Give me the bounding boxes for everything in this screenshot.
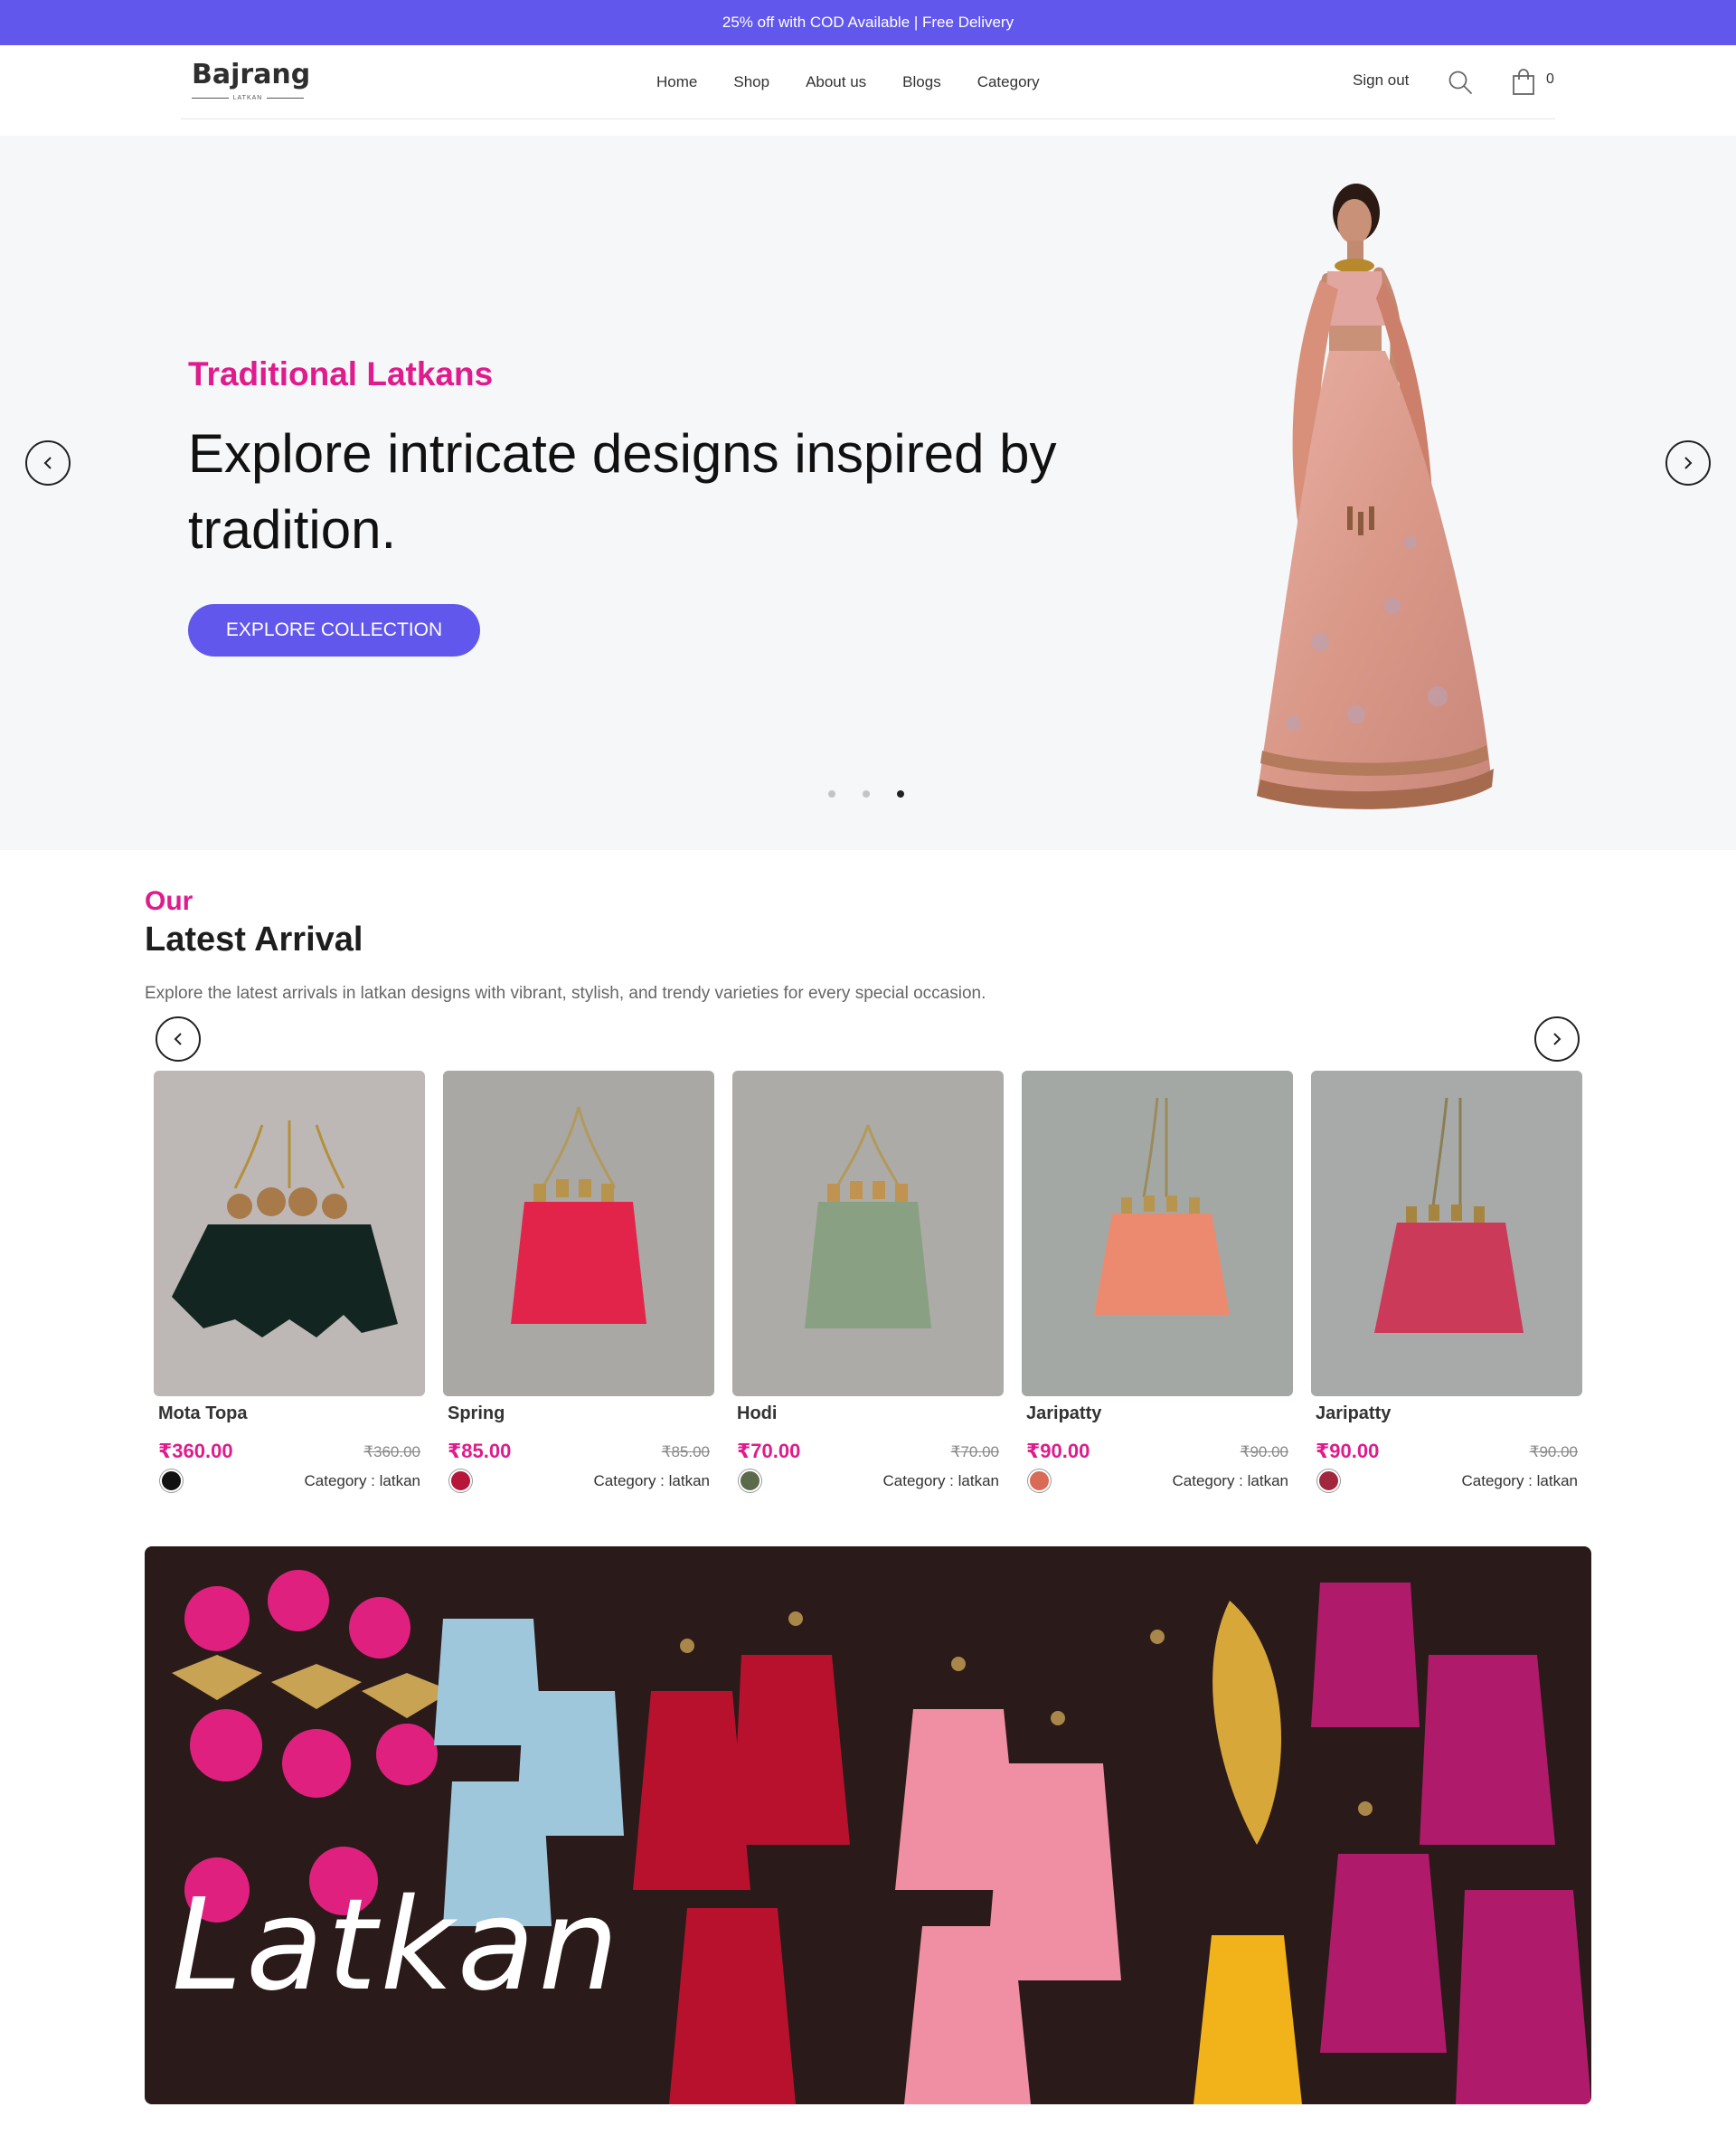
product-price: ₹90.00 [1026, 1440, 1090, 1462]
product-card[interactable]: Jaripatty ₹90.00 ₹90.00 Category : latka… [1311, 1071, 1582, 1505]
product-card[interactable]: Hodi ₹70.00 ₹70.00 Category : latkan [732, 1071, 1004, 1505]
product-card[interactable]: Spring ₹85.00 ₹85.00 Category : latkan [443, 1071, 714, 1505]
chevron-left-icon [174, 1033, 182, 1045]
color-swatch[interactable] [449, 1469, 472, 1492]
nav-home[interactable]: Home [656, 73, 697, 91]
products-next-button[interactable] [1534, 1016, 1580, 1062]
hero-slider: Traditional Latkans Explore intricate de… [0, 136, 1736, 850]
product-price: ₹70.00 [737, 1440, 801, 1462]
main-nav: Home Shop About us Blogs Category [656, 45, 1076, 119]
color-swatch[interactable] [160, 1469, 183, 1492]
product-old-price: ₹360.00 [363, 1443, 420, 1460]
product-category: Category : latkan [882, 1472, 999, 1489]
slider-dot-3[interactable] [897, 790, 904, 798]
product-image[interactable] [154, 1071, 425, 1396]
brand-name: Bajrang [192, 59, 311, 90]
product-name[interactable]: Hodi [737, 1403, 777, 1424]
sign-out-link[interactable]: Sign out [1353, 71, 1409, 90]
product-card[interactable]: Mota Topa ₹360.00 ₹360.00 Category : lat… [154, 1071, 425, 1505]
announcement-text: 25% off with COD Available | Free Delive… [722, 14, 1014, 31]
product-category: Category : latkan [593, 1472, 710, 1489]
hero-prev-button[interactable] [25, 440, 71, 486]
product-image[interactable] [1022, 1071, 1293, 1396]
announcement-bar: 25% off with COD Available | Free Delive… [0, 0, 1736, 45]
product-old-price: ₹85.00 [661, 1443, 710, 1460]
banner-title: Latkan [172, 1872, 623, 2019]
hero-next-button[interactable] [1665, 440, 1711, 486]
color-swatch[interactable] [1317, 1469, 1340, 1492]
product-image[interactable] [732, 1071, 1004, 1396]
section-title: Latest Arrival [145, 921, 363, 959]
explore-collection-button[interactable]: EXPLORE COLLECTION [188, 604, 480, 657]
hero-subtitle: Traditional Latkans [188, 355, 494, 392]
product-old-price: ₹90.00 [1529, 1443, 1578, 1460]
banner-image [145, 1546, 1591, 2104]
product-image[interactable] [1311, 1071, 1582, 1396]
cart-count: 0 [1546, 71, 1554, 87]
product-price: ₹360.00 [158, 1440, 233, 1462]
chevron-left-icon [43, 457, 52, 469]
product-image[interactable] [443, 1071, 714, 1396]
chevron-right-icon [1684, 457, 1693, 469]
product-old-price: ₹90.00 [1240, 1443, 1288, 1460]
product-card[interactable]: Jaripatty ₹90.00 ₹90.00 Category : latka… [1022, 1071, 1293, 1505]
color-swatch[interactable] [1028, 1469, 1051, 1492]
product-name[interactable]: Mota Topa [158, 1403, 248, 1424]
product-category: Category : latkan [304, 1472, 420, 1489]
product-price: ₹90.00 [1316, 1440, 1380, 1462]
nav-blogs[interactable]: Blogs [902, 73, 941, 91]
product-name[interactable]: Jaripatty [1316, 1403, 1391, 1424]
search-icon[interactable] [1447, 69, 1474, 96]
brand-logo[interactable]: Bajrang LATKAN [192, 59, 311, 105]
slider-dot-2[interactable] [863, 790, 870, 798]
hero-model-image [1257, 184, 1494, 809]
product-name[interactable]: Spring [448, 1403, 505, 1424]
hero-title: Explore intricate designs inspired by tr… [188, 423, 1057, 560]
product-category: Category : latkan [1172, 1472, 1288, 1489]
nav-shop[interactable]: Shop [733, 73, 769, 91]
brand-tagline: LATKAN [232, 94, 263, 101]
product-category: Category : latkan [1461, 1472, 1578, 1489]
site-header: Bajrang LATKAN Home Shop About us Blogs … [181, 45, 1555, 119]
product-name[interactable]: Jaripatty [1026, 1403, 1101, 1424]
chevron-right-icon [1553, 1033, 1561, 1045]
products-prev-button[interactable] [156, 1016, 201, 1062]
product-price: ₹85.00 [448, 1440, 512, 1462]
slider-dots [828, 790, 931, 798]
brand-tagline-row: LATKAN [192, 92, 304, 103]
section-description: Explore the latest arrivals in latkan de… [145, 984, 986, 1003]
nav-category[interactable]: Category [977, 73, 1040, 91]
color-swatch[interactable] [739, 1469, 761, 1492]
latkan-banner[interactable]: Latkan [145, 1546, 1591, 2104]
section-kicker: Our [145, 886, 193, 916]
nav-about-us[interactable]: About us [806, 73, 866, 91]
product-old-price: ₹70.00 [950, 1443, 999, 1460]
shopping-bag-icon[interactable] [1510, 67, 1537, 96]
slider-dot-1[interactable] [828, 790, 835, 798]
